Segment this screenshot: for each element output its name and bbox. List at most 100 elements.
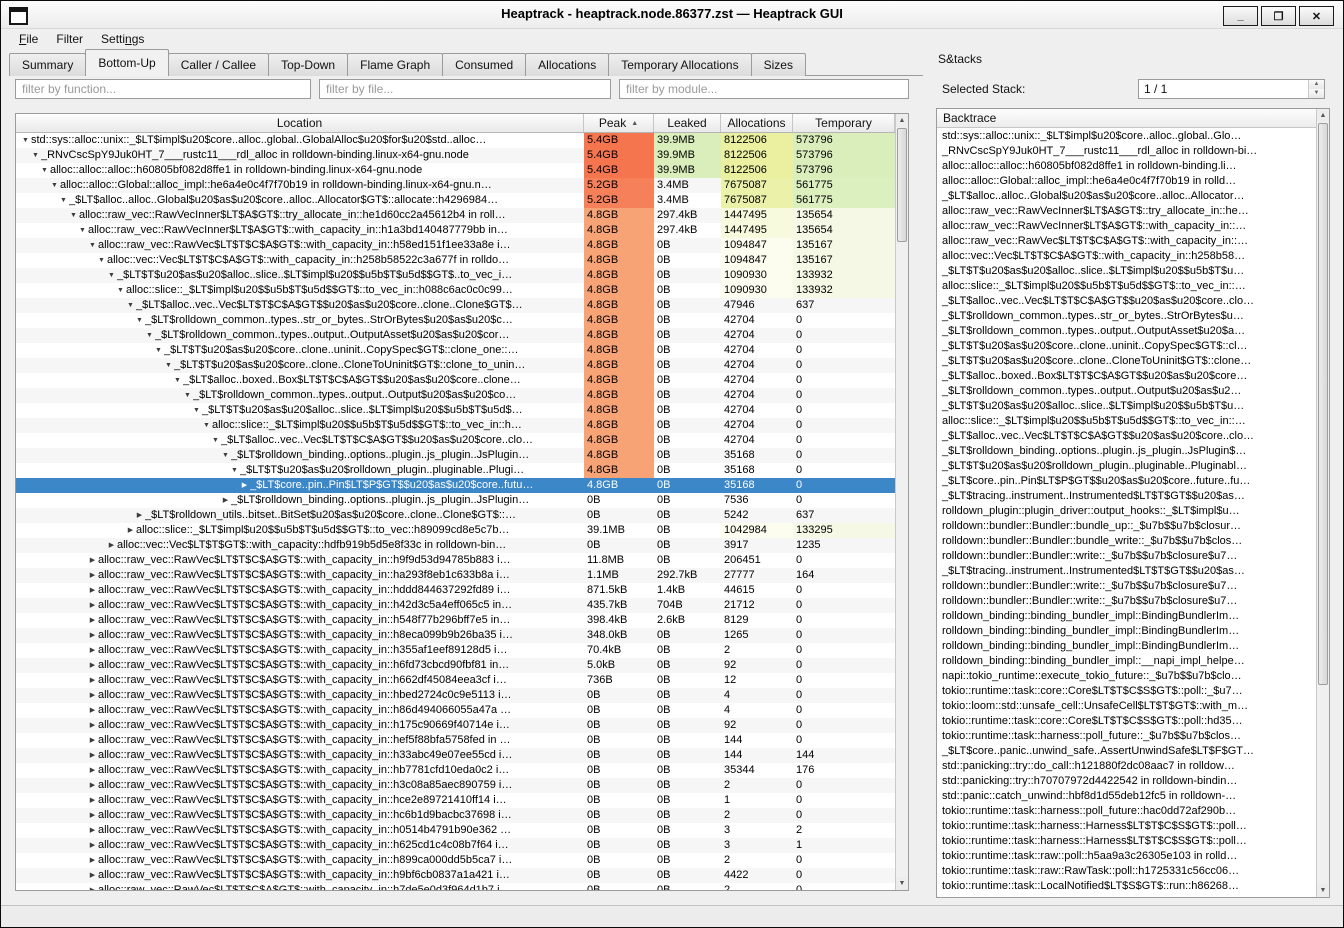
column-header-temporary[interactable]: Temporary xyxy=(793,114,895,132)
table-row[interactable]: ▼_$LT$T$u20$as$u20$rolldown_plugin..plug… xyxy=(16,463,895,478)
scroll-down-button[interactable]: ▼ xyxy=(1317,884,1329,897)
column-header-allocations[interactable]: Allocations xyxy=(721,114,793,132)
backtrace-item[interactable]: _$LT$core..pin..Pin$LT$P$GT$$u20$as$u20$… xyxy=(937,474,1316,489)
expand-expander-icon[interactable]: ▶ xyxy=(239,478,250,493)
table-vertical-scrollbar[interactable]: ▲ ▼ xyxy=(895,114,908,890)
table-row[interactable]: ▶alloc::raw_vec::RawVec$LT$T$C$A$GT$::wi… xyxy=(16,778,895,793)
table-row[interactable]: ▶alloc::slice::_$LT$impl$u20$$u5b$T$u5d$… xyxy=(16,523,895,538)
backtrace-item[interactable]: alloc::slice::_$LT$impl$u20$$u5b$T$u5d$$… xyxy=(937,279,1316,294)
table-row[interactable]: ▼alloc::alloc::alloc::h60805bf082d8ffe1 … xyxy=(16,163,895,178)
backtrace-item[interactable]: rolldown_binding::binding_bundler_impl::… xyxy=(937,654,1316,669)
expand-expander-icon[interactable]: ▶ xyxy=(87,583,98,598)
backtrace-item[interactable]: _$LT$core..panic..unwind_safe..AssertUnw… xyxy=(937,744,1316,759)
expand-expander-icon[interactable]: ▶ xyxy=(87,823,98,838)
filter-module-input[interactable] xyxy=(619,79,909,99)
table-row[interactable]: ▶alloc::raw_vec::RawVec$LT$T$C$A$GT$::wi… xyxy=(16,568,895,583)
table-row[interactable]: ▼alloc::slice::_$LT$impl$u20$$u5b$T$u5d$… xyxy=(16,418,895,433)
table-row[interactable]: ▼_$LT$rolldown_common..types..output..Ou… xyxy=(16,328,895,343)
tab-temporary-allocations[interactable]: Temporary Allocations xyxy=(608,53,751,76)
backtrace-item[interactable]: tokio::runtime::task::harness::poll_futu… xyxy=(937,804,1316,819)
expand-expander-icon[interactable]: ▶ xyxy=(87,763,98,778)
table-row[interactable]: ▼_$LT$T$u20$as$u20$alloc..slice..$LT$imp… xyxy=(16,268,895,283)
title-bar[interactable]: Heaptrack - heaptrack.node.86377.zst — H… xyxy=(1,1,1343,29)
table-row[interactable]: ▶alloc::raw_vec::RawVec$LT$T$C$A$GT$::wi… xyxy=(16,868,895,883)
table-row[interactable]: ▶alloc::raw_vec::RawVec$LT$T$C$A$GT$::wi… xyxy=(16,793,895,808)
table-row[interactable]: ▼_$LT$rolldown_common..types..output..Ou… xyxy=(16,388,895,403)
expand-expander-icon[interactable]: ▶ xyxy=(87,703,98,718)
table-row[interactable]: ▼_$LT$rolldown_binding..options..plugin.… xyxy=(16,448,895,463)
expand-expander-icon[interactable]: ▶ xyxy=(87,628,98,643)
collapse-expander-icon[interactable]: ▼ xyxy=(106,268,117,283)
expand-expander-icon[interactable]: ▶ xyxy=(87,613,98,628)
table-row[interactable]: ▶alloc::raw_vec::RawVec$LT$T$C$A$GT$::wi… xyxy=(16,673,895,688)
collapse-expander-icon[interactable]: ▼ xyxy=(134,313,145,328)
collapse-expander-icon[interactable]: ▼ xyxy=(58,193,69,208)
table-row[interactable]: ▼alloc::raw_vec::RawVecInner$LT$A$GT$::w… xyxy=(16,223,895,238)
backtrace-item[interactable]: rolldown::bundler::Bundler::write::_$u7b… xyxy=(937,549,1316,564)
menu-file[interactable]: File xyxy=(10,30,47,49)
backtrace-item[interactable]: alloc::vec::Vec$LT$T$C$A$GT$::with_capac… xyxy=(937,249,1316,264)
backtrace-item[interactable]: std::panicking::try::h70707972d4422542 i… xyxy=(937,774,1316,789)
backtrace-item[interactable]: alloc::raw_vec::RawVec$LT$T$C$A$GT$::wit… xyxy=(937,234,1316,249)
table-row[interactable]: ▶alloc::raw_vec::RawVec$LT$T$C$A$GT$::wi… xyxy=(16,703,895,718)
expand-expander-icon[interactable]: ▶ xyxy=(87,793,98,808)
expand-expander-icon[interactable]: ▶ xyxy=(87,658,98,673)
scroll-down-button[interactable]: ▼ xyxy=(896,877,908,890)
backtrace-item[interactable]: _$LT$T$u20$as$u20$alloc..slice..$LT$impl… xyxy=(937,399,1316,414)
backtrace-item[interactable]: _$LT$tracing..instrument..Instrumented$L… xyxy=(937,564,1316,579)
collapse-expander-icon[interactable]: ▼ xyxy=(229,463,240,478)
backtrace-item[interactable]: _$LT$tracing..instrument..Instrumented$L… xyxy=(937,489,1316,504)
table-row[interactable]: ▼alloc::raw_vec::RawVec$LT$T$C$A$GT$::wi… xyxy=(16,238,895,253)
collapse-expander-icon[interactable]: ▼ xyxy=(49,178,60,193)
table-row[interactable]: ▼_$LT$alloc..boxed..Box$LT$T$C$A$GT$$u20… xyxy=(16,373,895,388)
expand-expander-icon[interactable]: ▶ xyxy=(87,553,98,568)
table-row[interactable]: ▶alloc::raw_vec::RawVec$LT$T$C$A$GT$::wi… xyxy=(16,838,895,853)
spin-down-button[interactable]: ▼ xyxy=(1309,89,1324,98)
expand-expander-icon[interactable]: ▶ xyxy=(87,568,98,583)
table-row[interactable]: ▶alloc::raw_vec::RawVec$LT$T$C$A$GT$::wi… xyxy=(16,643,895,658)
backtrace-item[interactable]: alloc::raw_vec::RawVecInner$LT$A$GT$::wi… xyxy=(937,219,1316,234)
backtrace-item[interactable]: tokio::loom::std::unsafe_cell::UnsafeCel… xyxy=(937,699,1316,714)
backtrace-item[interactable]: tokio::runtime::task::harness::Harness$L… xyxy=(937,819,1316,834)
table-row[interactable]: ▼std::sys::alloc::unix::_$LT$impl$u20$co… xyxy=(16,133,895,148)
tab-summary[interactable]: Summary xyxy=(9,53,86,76)
expand-expander-icon[interactable]: ▶ xyxy=(87,673,98,688)
table-row[interactable]: ▶alloc::raw_vec::RawVec$LT$T$C$A$GT$::wi… xyxy=(16,763,895,778)
scrollbar-thumb[interactable] xyxy=(897,128,907,242)
table-row[interactable]: ▶alloc::raw_vec::RawVec$LT$T$C$A$GT$::wi… xyxy=(16,748,895,763)
collapse-expander-icon[interactable]: ▼ xyxy=(182,388,193,403)
close-button[interactable]: ✕ xyxy=(1299,6,1334,26)
menu-settings[interactable]: Settings xyxy=(92,30,153,49)
tab-flame-graph[interactable]: Flame Graph xyxy=(347,53,443,76)
expand-expander-icon[interactable]: ▶ xyxy=(87,718,98,733)
tab-consumed[interactable]: Consumed xyxy=(442,53,526,76)
tab-top-down[interactable]: Top-Down xyxy=(268,53,348,76)
expand-expander-icon[interactable]: ▶ xyxy=(87,598,98,613)
expand-expander-icon[interactable]: ▶ xyxy=(87,853,98,868)
collapse-expander-icon[interactable]: ▼ xyxy=(87,238,98,253)
backtrace-item[interactable]: rolldown::bundler::Bundler::write::_$u7b… xyxy=(937,579,1316,594)
collapse-expander-icon[interactable]: ▼ xyxy=(172,373,183,388)
backtrace-item[interactable]: _$LT$alloc..boxed..Box$LT$T$C$A$GT$$u20$… xyxy=(937,369,1316,384)
backtrace-item[interactable]: _$LT$T$u20$as$u20$core..clone..CloneToUn… xyxy=(937,354,1316,369)
table-row[interactable]: ▶alloc::raw_vec::RawVec$LT$T$C$A$GT$::wi… xyxy=(16,718,895,733)
filter-file-input[interactable] xyxy=(319,79,611,99)
table-row[interactable]: ▼_$LT$rolldown_common..types..str_or_byt… xyxy=(16,313,895,328)
table-row[interactable]: ▼_RNvCscSpY9Juk0HT_7___rustc11___rdl_all… xyxy=(16,148,895,163)
table-row[interactable]: ▶alloc::raw_vec::RawVec$LT$T$C$A$GT$::wi… xyxy=(16,688,895,703)
expand-expander-icon[interactable]: ▶ xyxy=(106,538,117,553)
backtrace-item[interactable]: _$LT$alloc..vec..Vec$LT$T$C$A$GT$$u20$as… xyxy=(937,429,1316,444)
collapse-expander-icon[interactable]: ▼ xyxy=(153,343,164,358)
backtrace-item[interactable]: alloc::alloc::alloc::h60805bf082d8ffe1 i… xyxy=(937,159,1316,174)
backtrace-item[interactable]: alloc::raw_vec::RawVecInner$LT$A$GT$::tr… xyxy=(937,204,1316,219)
backtrace-item[interactable]: rolldown::bundler::Bundler::bundle_write… xyxy=(937,534,1316,549)
minimize-button[interactable]: _ xyxy=(1223,6,1258,26)
table-row[interactable]: ▶_$LT$rolldown_binding..options..plugin.… xyxy=(16,493,895,508)
expand-expander-icon[interactable]: ▶ xyxy=(87,643,98,658)
table-row[interactable]: ▶alloc::raw_vec::RawVec$LT$T$C$A$GT$::wi… xyxy=(16,658,895,673)
backtrace-item[interactable]: _$LT$alloc..vec..Vec$LT$T$C$A$GT$$u20$as… xyxy=(937,294,1316,309)
backtrace-item[interactable]: _$LT$rolldown_common..types..str_or_byte… xyxy=(937,309,1316,324)
backtrace-item[interactable]: tokio::runtime::task::harness::Harness$L… xyxy=(937,834,1316,849)
collapse-expander-icon[interactable]: ▼ xyxy=(68,208,79,223)
table-row[interactable]: ▶_$LT$rolldown_utils..bitset..BitSet$u20… xyxy=(16,508,895,523)
